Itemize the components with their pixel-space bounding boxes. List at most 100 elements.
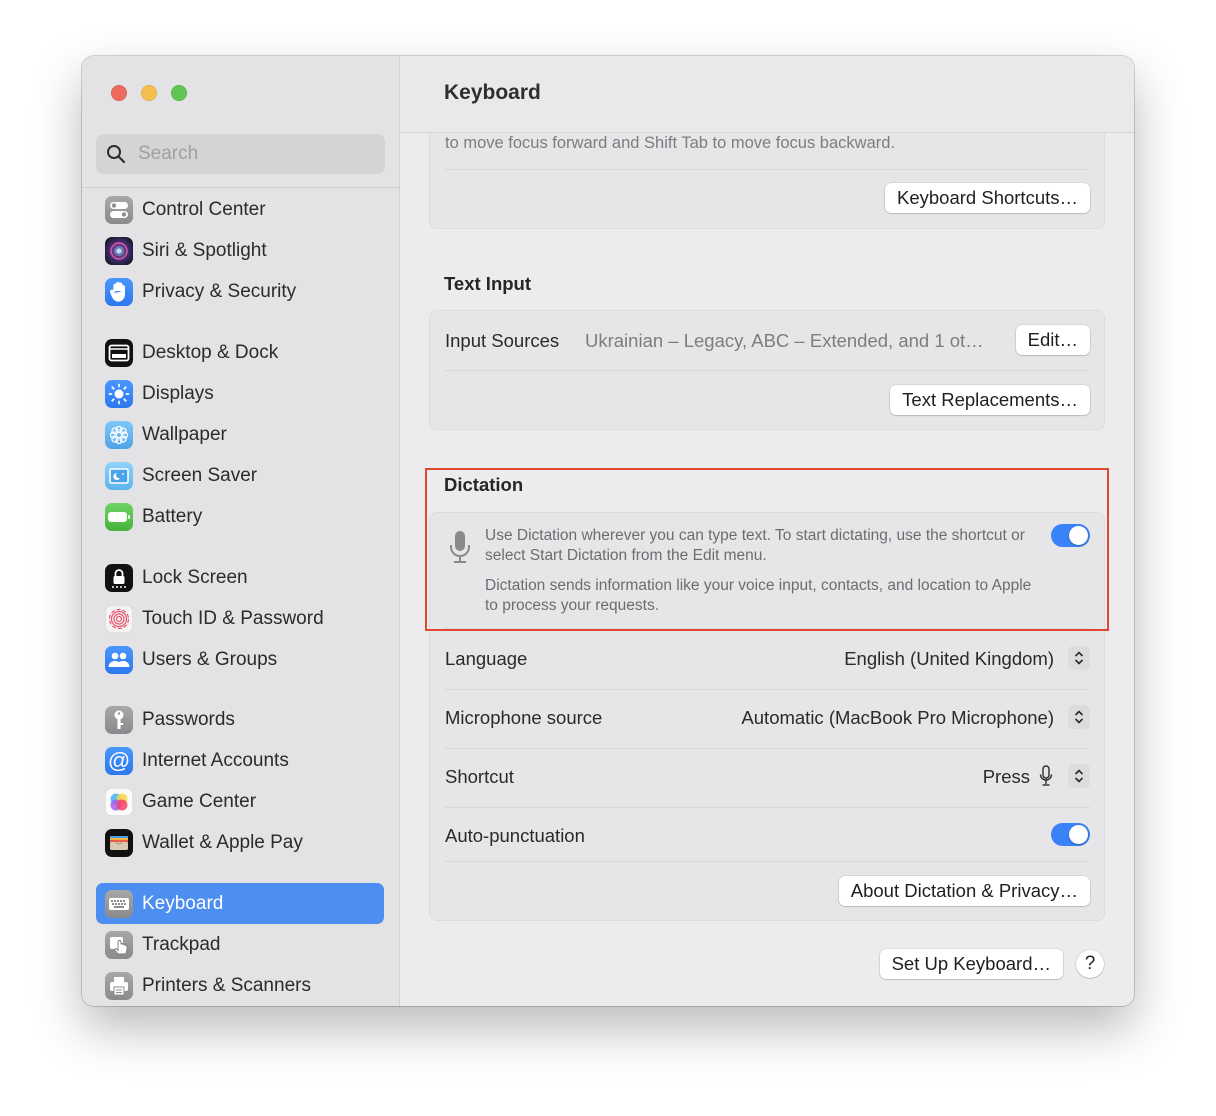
- shortcut-select[interactable]: Press: [983, 766, 1030, 788]
- toggle-knob: [1069, 825, 1088, 844]
- divider: [445, 370, 1090, 371]
- siri-icon: [105, 236, 133, 265]
- sidebar-item-wallpaper[interactable]: Wallpaper: [96, 414, 384, 455]
- language-label: Language: [445, 648, 528, 669]
- sidebar-item-label: Privacy & Security: [142, 280, 297, 302]
- dictation-heading: Dictation: [444, 474, 524, 495]
- set-up-keyboard-button[interactable]: Set Up Keyboard…: [879, 949, 1063, 979]
- flower-icon: [105, 420, 133, 449]
- sidebar-item-displays[interactable]: Displays: [96, 373, 384, 414]
- sidebar-item-label: Wallpaper: [142, 423, 227, 445]
- sidebar-item-users-groups[interactable]: Users & Groups: [96, 639, 384, 680]
- lock-icon: [105, 563, 133, 592]
- divider: [445, 169, 1090, 170]
- key-icon: [105, 705, 133, 734]
- sidebar-item-internet-accounts[interactable]: @ Internet Accounts: [96, 740, 384, 781]
- dictation-privacy-note: Dictation sends information like your vo…: [485, 577, 1032, 614]
- microphone-source-label: Microphone source: [445, 707, 603, 728]
- game-center-icon: [105, 787, 133, 816]
- sidebar-item-keyboard[interactable]: Keyboard: [96, 883, 384, 924]
- microphone-source-select[interactable]: Automatic (MacBook Pro Microphone): [741, 707, 1054, 729]
- microphone-popup-button[interactable]: [1068, 705, 1090, 729]
- text-input-heading: Text Input: [444, 273, 532, 294]
- chevron-up-down-icon: [1074, 651, 1084, 665]
- sidebar-item-label: Screen Saver: [142, 464, 258, 486]
- sidebar-item-label: Trackpad: [142, 933, 221, 955]
- content-pane: Keyboard to move focus forward and Shift…: [400, 56, 1134, 1006]
- screen-saver-icon: [105, 461, 133, 490]
- page-title: Keyboard: [444, 81, 541, 104]
- close-button[interactable]: [111, 85, 127, 101]
- sidebar-item-label: Printers & Scanners: [142, 974, 311, 996]
- system-settings-window: Control Center Siri & Spotlight Privacy …: [82, 56, 1134, 1006]
- sidebar-item-label: Lock Screen: [142, 566, 248, 588]
- divider: [445, 628, 1090, 629]
- sidebar-divider: [82, 187, 399, 188]
- sidebar: Control Center Siri & Spotlight Privacy …: [82, 56, 400, 1006]
- dictation-card: Use Dictation wherever you can type text…: [429, 512, 1105, 921]
- sidebar-item-screen-saver[interactable]: Screen Saver: [96, 455, 384, 496]
- divider: [445, 689, 1090, 690]
- dictation-description: Use Dictation wherever you can type text…: [485, 527, 1025, 564]
- wallet-icon: [105, 828, 133, 857]
- at-icon: @: [105, 746, 133, 775]
- sidebar-item-label: Siri & Spotlight: [142, 239, 267, 261]
- sidebar-item-touch-id-password[interactable]: Touch ID & Password: [96, 598, 384, 639]
- sidebar-item-label: Keyboard: [142, 892, 224, 914]
- toolbar: Keyboard: [400, 56, 1134, 133]
- shortcut-label: Shortcut: [445, 766, 514, 787]
- text-replacements-button[interactable]: Text Replacements…: [890, 385, 1090, 415]
- search-input[interactable]: [136, 142, 370, 166]
- keyboard-nav-description: to move focus forward and Shift Tab to m…: [445, 134, 896, 152]
- sidebar-item-siri-spotlight[interactable]: Siri & Spotlight: [96, 230, 384, 271]
- sidebar-item-label: Users & Groups: [142, 648, 278, 670]
- control-center-icon: [105, 195, 133, 224]
- edit-input-sources-button[interactable]: Edit…: [1015, 325, 1090, 355]
- sidebar-item-label: Control Center: [142, 198, 266, 220]
- toggle-knob: [1069, 526, 1088, 545]
- shortcut-popup-button[interactable]: [1068, 764, 1090, 788]
- search-field[interactable]: [96, 134, 385, 174]
- sidebar-item-label: Internet Accounts: [142, 749, 289, 771]
- dictation-toggle[interactable]: [1051, 524, 1090, 547]
- sidebar-item-desktop-dock[interactable]: Desktop & Dock: [96, 332, 384, 373]
- search-icon: [107, 145, 126, 164]
- microphone-icon: [450, 531, 470, 563]
- sidebar-item-passwords[interactable]: Passwords: [96, 699, 384, 740]
- hand-icon: [105, 277, 133, 306]
- chevron-up-down-icon: [1074, 769, 1084, 783]
- sidebar-item-label: Wallet & Apple Pay: [142, 831, 303, 853]
- keyboard-shortcuts-button[interactable]: Keyboard Shortcuts…: [885, 183, 1090, 213]
- keyboard-icon: [105, 889, 133, 918]
- sidebar-item-game-center[interactable]: Game Center: [96, 781, 384, 822]
- auto-punctuation-label: Auto-punctuation: [445, 825, 585, 846]
- sidebar-item-label: Game Center: [142, 790, 257, 812]
- language-select[interactable]: English (United Kingdom): [844, 648, 1054, 670]
- sun-icon: [105, 379, 133, 408]
- sidebar-item-wallet-apple-pay[interactable]: Wallet & Apple Pay: [96, 822, 384, 863]
- chevron-up-down-icon: [1074, 710, 1084, 724]
- text-input-card: Input Sources Ukrainian – Legacy, ABC – …: [429, 310, 1105, 430]
- sidebar-item-battery[interactable]: Battery: [96, 496, 384, 537]
- minimize-button[interactable]: [141, 85, 157, 101]
- sidebar-item-label: Touch ID & Password: [142, 607, 324, 629]
- input-sources-label: Input Sources: [445, 330, 560, 351]
- sidebar-item-label: Displays: [142, 382, 214, 404]
- sidebar-item-trackpad[interactable]: Trackpad: [96, 924, 384, 965]
- input-sources-value: Ukrainian – Legacy, ABC – Extended, and …: [585, 330, 984, 351]
- help-button[interactable]: ?: [1076, 950, 1104, 978]
- language-popup-button[interactable]: [1068, 646, 1090, 670]
- sidebar-item-privacy-security[interactable]: Privacy & Security: [96, 271, 384, 312]
- sidebar-item-control-center[interactable]: Control Center: [96, 189, 384, 230]
- trackpad-icon: [105, 930, 133, 959]
- fingerprint-icon: [105, 604, 133, 633]
- users-icon: [105, 645, 133, 674]
- about-dictation-privacy-button[interactable]: About Dictation & Privacy…: [838, 876, 1090, 906]
- maximize-button[interactable]: [171, 85, 187, 101]
- window-controls: [111, 85, 187, 101]
- sidebar-item-lock-screen[interactable]: Lock Screen: [96, 557, 384, 598]
- auto-punctuation-toggle[interactable]: [1051, 823, 1090, 846]
- sidebar-item-label: Desktop & Dock: [142, 341, 279, 363]
- sidebar-item-printers-scanners[interactable]: Printers & Scanners: [96, 965, 384, 1006]
- divider: [445, 861, 1090, 862]
